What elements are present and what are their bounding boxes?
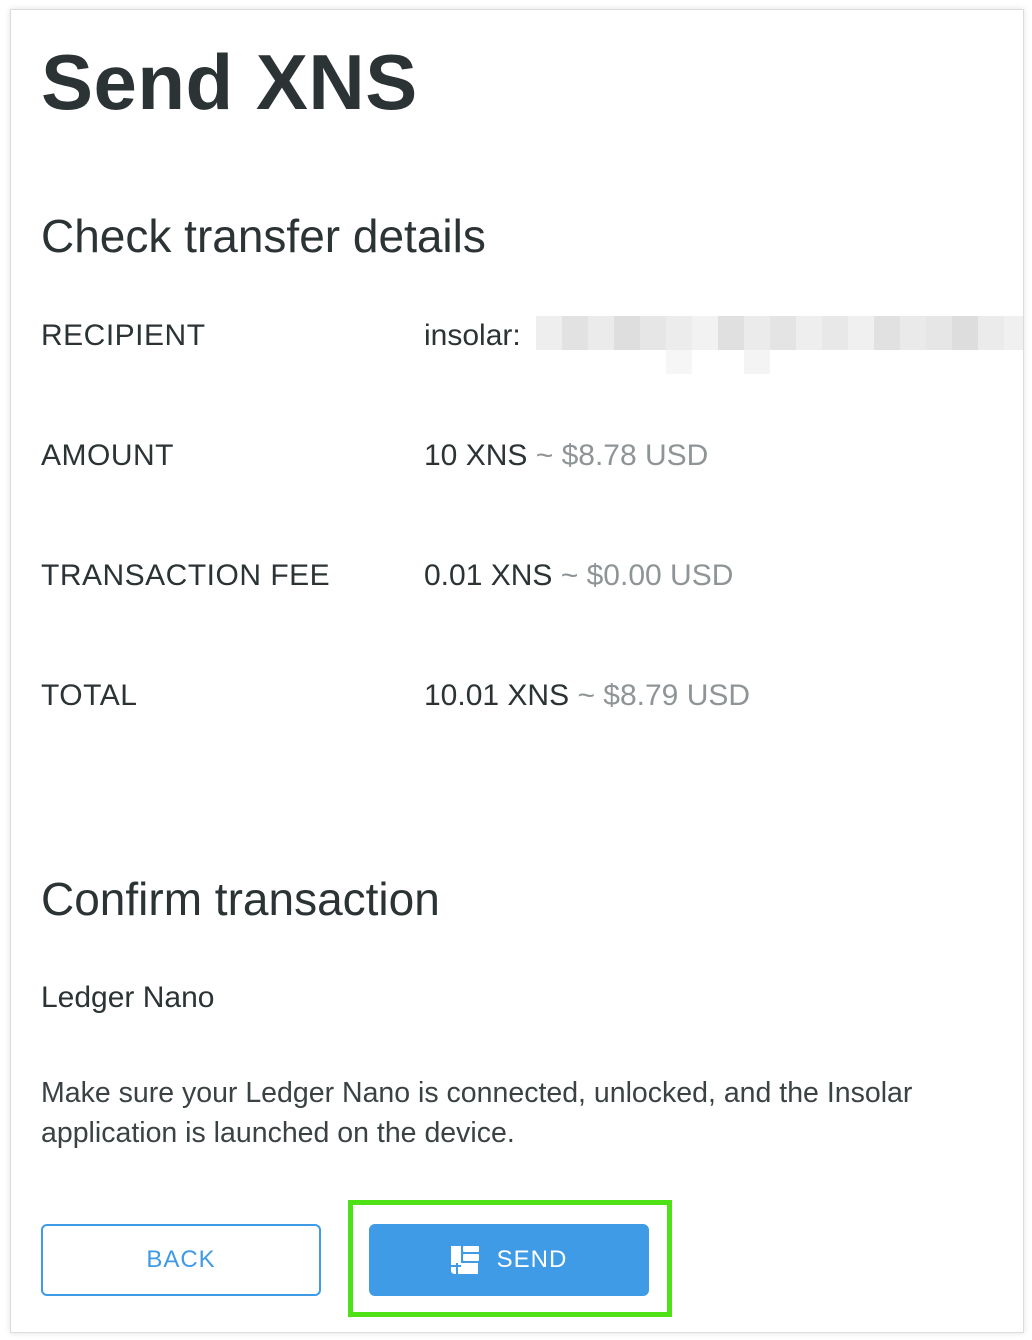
recipient-value: insolar: [424, 319, 521, 352]
send-button-label: SEND [496, 1246, 568, 1273]
amount-label: AMOUNT [41, 439, 174, 472]
device-name: Ledger Nano [41, 981, 215, 1014]
page-title: Send XNS [41, 38, 418, 126]
fee-value: 0.01 XNS [424, 559, 553, 592]
amount-value: 10 XNS [424, 439, 528, 472]
fee-value-group: 0.01 XNS ~ $0.00 USD [424, 556, 733, 596]
device-instructions: Make sure your Ledger Nano is connected,… [41, 1077, 913, 1149]
ledger-icon [450, 1246, 479, 1274]
page: { "header": { "title": "Send XNS" }, "de… [0, 0, 1032, 1340]
fee-label: TRANSACTION FEE [41, 559, 331, 592]
recipient-address-redacted [536, 316, 1023, 376]
amount-value-group: 10 XNS ~ $8.78 USD [424, 436, 708, 476]
total-value: 10.01 XNS [424, 679, 570, 712]
back-button-label: BACK [146, 1246, 216, 1273]
amount-usd: ~ $8.78 USD [535, 439, 709, 472]
back-button[interactable]: BACK [41, 1224, 321, 1296]
total-usd: ~ $8.79 USD [577, 679, 751, 712]
total-value-group: 10.01 XNS ~ $8.79 USD [424, 676, 750, 716]
fee-usd: ~ $0.00 USD [560, 559, 734, 592]
send-button[interactable]: SEND [369, 1224, 649, 1296]
send-dialog: Send XNS Check transfer details RECIPIEN… [10, 9, 1024, 1333]
total-label: TOTAL [41, 679, 138, 712]
recipient-label: RECIPIENT [41, 319, 206, 352]
transfer-details-heading: Check transfer details [41, 210, 486, 262]
confirm-heading: Confirm transaction [41, 873, 440, 925]
